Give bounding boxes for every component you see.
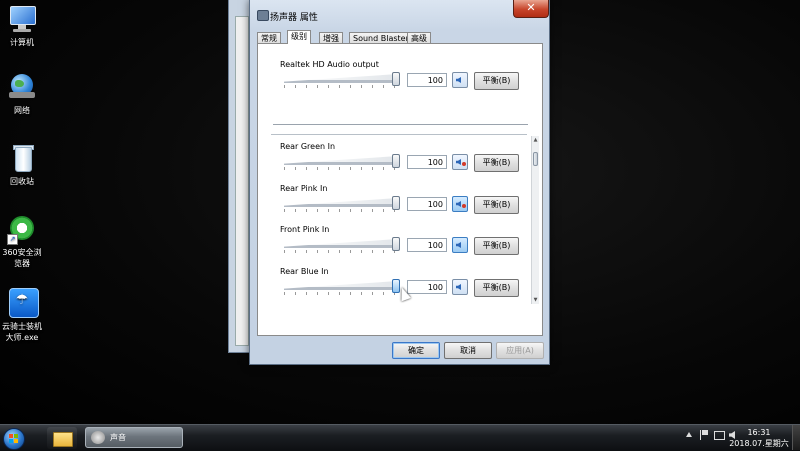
scroll-down-arrow-icon[interactable]: ▼ — [532, 296, 539, 304]
volume-slider-thumb[interactable] — [392, 237, 400, 251]
volume-slider-track[interactable] — [284, 239, 398, 248]
taskbar-task-label: 声音 — [110, 433, 126, 442]
computer-icon — [7, 4, 37, 34]
speaker-icon[interactable] — [452, 279, 468, 295]
sound-icon — [91, 431, 105, 444]
level-row-rear-pink-in: Rear Pink In 100 平衡(B) — [272, 184, 523, 220]
browser-360-icon: ↗ — [7, 214, 37, 245]
desktop-icon-network[interactable]: 网络 — [0, 72, 44, 116]
clock-date: 2018.07.星期六 — [729, 439, 789, 448]
recycle-bin-icon — [7, 143, 37, 173]
balance-button[interactable]: 平衡(B) — [474, 279, 519, 297]
speaker-icon[interactable] — [452, 237, 468, 253]
scroll-up-arrow-icon[interactable]: ▲ — [532, 136, 539, 144]
desktop-icon-label: 网络 — [14, 106, 30, 115]
slider-ticks — [284, 292, 398, 295]
level-row-main-output: Realtek HD Audio output 100 平衡(B) — [272, 60, 523, 96]
slider-ticks — [284, 85, 398, 88]
balance-button[interactable]: 平衡(B) — [474, 237, 519, 255]
desktop-icon-label: 计算机 — [10, 38, 34, 47]
taskbar-explorer-button[interactable] — [47, 427, 77, 449]
clock-time: 16:31 — [747, 428, 771, 437]
speaker-muted-icon[interactable] — [452, 196, 468, 212]
speaker-muted-icon[interactable] — [452, 154, 468, 170]
slider-ticks — [284, 250, 398, 253]
volume-slider-track[interactable] — [284, 281, 398, 290]
inputs-scrollbar[interactable]: ▲ ▼ — [531, 136, 539, 304]
slider-ticks — [284, 209, 398, 212]
desktop-icon-recycle-bin[interactable]: 回收站 — [0, 143, 44, 187]
action-center-flag-icon[interactable] — [700, 430, 709, 440]
volume-slider-thumb[interactable] — [392, 196, 400, 210]
balance-button[interactable]: 平衡(B) — [474, 72, 519, 90]
volume-value-field[interactable]: 100 — [407, 155, 447, 169]
desktop-icon-label: 云骑士装机大师.exe — [2, 322, 42, 342]
yunqishi-icon: ☂ — [7, 288, 39, 318]
level-label: Front Pink In — [280, 225, 330, 234]
speaker-mute-icon[interactable] — [452, 72, 468, 88]
volume-slider-track[interactable] — [284, 74, 398, 83]
section-divider — [273, 124, 528, 125]
slider-ticks — [284, 167, 398, 170]
network-tray-icon[interactable] — [714, 431, 725, 440]
volume-slider-track[interactable] — [284, 156, 398, 165]
level-label: Rear Green In — [280, 142, 336, 151]
ok-button[interactable]: 确定 — [392, 342, 440, 359]
volume-value-field[interactable]: 100 — [407, 280, 447, 294]
volume-value-field[interactable]: 100 — [407, 73, 447, 87]
show-hidden-icons-icon[interactable] — [686, 432, 692, 437]
windows-logo-icon — [9, 434, 19, 444]
level-row-rear-green-in: Rear Green In 100 平衡(B) — [272, 142, 523, 178]
apply-button[interactable]: 应用(A) — [496, 342, 544, 359]
desktop-icon-label: 360安全浏览器 — [2, 248, 42, 268]
volume-value-field[interactable]: 100 — [407, 238, 447, 252]
desktop-icon-computer[interactable]: 计算机 — [0, 4, 44, 48]
speaker-window-icon — [257, 10, 269, 21]
balance-button[interactable]: 平衡(B) — [474, 196, 519, 214]
speaker-properties-dialog: 扬声器 属性 ✕ 常规 级别 增强 Sound Blaster 高级 Realt… — [249, 0, 550, 365]
close-button[interactable]: ✕ — [513, 0, 549, 18]
level-label: Realtek HD Audio output — [280, 60, 379, 69]
tab-levels[interactable]: 级别 — [287, 30, 311, 44]
dialog-title: 扬声器 属性 — [270, 13, 318, 23]
level-label: Rear Pink In — [280, 184, 328, 193]
level-label: Rear Blue In — [280, 267, 329, 276]
scrollbar-thumb[interactable] — [533, 152, 538, 166]
volume-slider-thumb[interactable] — [392, 72, 400, 86]
taskbar-clock[interactable]: 16:31 2018.07.星期六 — [728, 427, 790, 449]
balance-button[interactable]: 平衡(B) — [474, 154, 519, 172]
desktop-icon-yunqishi[interactable]: ☂ 云骑士装机大师.exe — [0, 288, 44, 343]
volume-slider-thumb[interactable] — [392, 154, 400, 168]
desktop-icon-label: 回收站 — [10, 177, 34, 186]
show-desktop-button[interactable] — [792, 425, 800, 450]
volume-slider-track[interactable] — [284, 198, 398, 207]
cancel-button[interactable]: 取消 — [444, 342, 492, 359]
dialog-titlebar[interactable]: 扬声器 属性 ✕ — [250, 0, 549, 26]
taskbar-sound-task[interactable]: 声音 — [85, 427, 183, 448]
volume-value-field[interactable]: 100 — [407, 197, 447, 211]
desktop-icon-360-browser[interactable]: ↗ 360安全浏览器 — [0, 214, 44, 269]
network-icon — [7, 72, 37, 102]
start-button[interactable] — [3, 428, 25, 450]
folder-icon — [53, 432, 73, 447]
level-row-rear-blue-in: Rear Blue In 100 平衡(B) — [272, 267, 523, 303]
level-row-front-pink-in: Front Pink In 100 平衡(B) — [272, 225, 523, 261]
